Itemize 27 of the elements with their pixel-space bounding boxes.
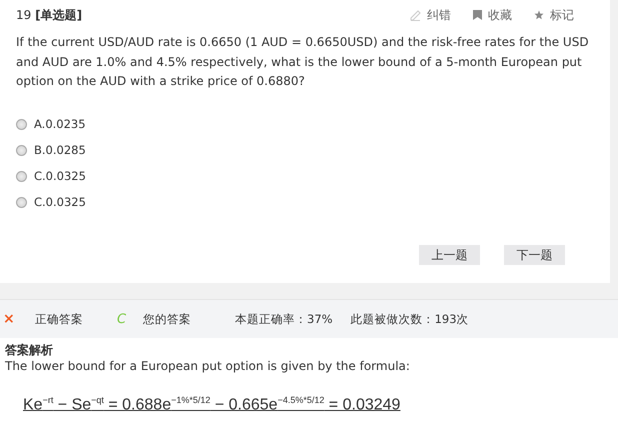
nav-button[interactable]: 上一题 — [419, 245, 480, 265]
question-text: If the current USD/AUD rate is 0.6650 (1 AUD = 0.6650USD) and the risk-free rates for the USD and AUD are 1.0% and 4.5% respectively, what is the lower bound of a 5-month European put option on the AUD with a strike price of 0.6880? — [16, 34, 590, 90]
attempts-text: 此题被做次数：193次 — [350, 312, 469, 326]
action-link[interactable]: 收藏 — [473, 6, 512, 24]
your-answer-label: 您的答案 — [143, 312, 191, 326]
radio-button[interactable] — [16, 118, 27, 130]
formula: Ke$^{−rt}$ − Se$^{−qt}$ = 0.688e$^{−1%*5/12}$ − 0.665e$^{−4.5%*5/12}$ = 0.03249 — [23, 395, 400, 414]
accuracy-text: 本题正确率：37% — [235, 312, 333, 326]
bookmark-icon — [473, 10, 482, 20]
nav-button[interactable]: 下一题 — [504, 245, 565, 265]
question-number: 19 [单选题] — [16, 6, 82, 24]
radio-button[interactable] — [16, 170, 27, 182]
pen-icon — [410, 10, 421, 20]
your-answer-mark: C — [117, 312, 128, 326]
action-link[interactable]: 纠错 — [410, 6, 451, 24]
explanation-title: 答案解析 — [5, 342, 54, 359]
action-link[interactable]: 标记 — [534, 6, 574, 24]
radio-button[interactable] — [16, 196, 27, 208]
radio-button[interactable] — [16, 144, 27, 156]
option-label[interactable]: B.0.0285 — [34, 143, 86, 157]
explanation-text: The lower bound for a European put option is given by the formula: — [5, 359, 411, 373]
star-icon — [534, 10, 544, 20]
option-label[interactable]: C.0.0325 — [34, 169, 86, 183]
option-label[interactable]: A.0.0235 — [34, 117, 86, 131]
correct-answer-label: 正确答案 — [35, 312, 83, 326]
correct-answer-mark: × — [3, 311, 16, 327]
option-label[interactable]: C.0.0325 — [34, 195, 86, 209]
